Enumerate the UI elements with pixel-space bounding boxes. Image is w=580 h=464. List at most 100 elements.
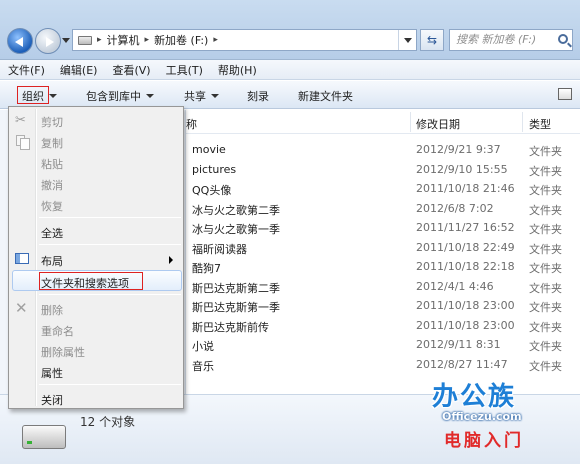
table-row[interactable]: 小说 2012/9/11 8:31 文件夹 xyxy=(186,335,580,355)
menu-bar: 文件(F) 编辑(E) 查看(V) 工具(T) 帮助(H) xyxy=(0,60,580,80)
menu-help[interactable]: 帮助(H) xyxy=(218,62,257,78)
chevron-right-icon[interactable]: ▸ xyxy=(97,35,102,45)
include-in-library-button[interactable]: 包含到库中 xyxy=(86,88,154,104)
delete-icon: ✕ xyxy=(15,299,28,317)
file-rows: movie 2012/9/21 9:37 文件夹 pictures 2012/9/10… xyxy=(186,140,580,374)
menu-item-properties[interactable]: 属性 xyxy=(9,361,183,382)
column-divider[interactable] xyxy=(410,112,411,132)
chevron-down-icon xyxy=(211,94,219,98)
watermark-tagline: 电脑入门 xyxy=(444,431,524,451)
chevron-down-icon xyxy=(403,37,412,43)
chevron-right-icon[interactable]: ▸ xyxy=(145,35,150,45)
file-type: 文件夹 xyxy=(529,320,562,334)
file-name: 音乐 xyxy=(192,359,214,373)
menu-file[interactable]: 文件(F) xyxy=(8,62,45,78)
menu-item-label: 复制 xyxy=(41,137,63,150)
menu-edit[interactable]: 编辑(E) xyxy=(60,62,98,78)
column-type[interactable]: 类型 xyxy=(529,116,551,132)
breadcrumb-computer[interactable]: 计算机 xyxy=(107,32,140,48)
file-name: pictures xyxy=(192,162,237,176)
menu-separator xyxy=(39,217,181,218)
watermark-logo: 办公族 Officezu.com 电脑入门 xyxy=(424,376,574,458)
table-row[interactable]: QQ头像 2011/10/18 21:46 文件夹 xyxy=(186,179,580,199)
file-date: 2012/8/27 11:47 xyxy=(416,357,508,371)
menu-item-remove-properties[interactable]: 删除属性 xyxy=(9,340,183,361)
breadcrumb-drive[interactable]: 新加卷 (F:) xyxy=(154,32,208,48)
back-button[interactable] xyxy=(7,28,33,54)
menu-item-label: 删除 xyxy=(41,304,63,317)
table-row[interactable]: pictures 2012/9/10 15:55 文件夹 xyxy=(186,160,580,180)
menu-item-label: 文件夹和搜索选项 xyxy=(41,277,129,290)
copy-icon xyxy=(16,135,30,150)
share-label: 共享 xyxy=(184,90,206,103)
menu-item-layout[interactable]: 布局 xyxy=(9,249,183,270)
menu-view[interactable]: 查看(V) xyxy=(112,62,150,78)
table-row[interactable]: 福昕阅读器 2011/10/18 22:49 文件夹 xyxy=(186,238,580,258)
menu-item-paste[interactable]: 粘贴 xyxy=(9,152,183,173)
search-icon[interactable] xyxy=(558,34,568,44)
file-name: 斯巴达克斯前传 xyxy=(192,320,269,334)
menu-item-delete[interactable]: ✕ 删除 xyxy=(9,298,183,319)
table-row[interactable]: 音乐 2012/8/27 11:47 文件夹 xyxy=(186,355,580,375)
forward-button[interactable] xyxy=(35,28,61,54)
new-folder-button[interactable]: 新建文件夹 xyxy=(298,88,353,104)
address-dropdown-button[interactable] xyxy=(398,30,416,50)
chevron-down-icon xyxy=(146,94,154,98)
menu-item-label: 布局 xyxy=(41,255,63,268)
file-name: 冰与火之歌第二季 xyxy=(192,203,280,217)
refresh-button[interactable]: ⇆ xyxy=(420,29,444,51)
file-date: 2011/10/18 22:49 xyxy=(416,240,515,254)
view-options-icon[interactable] xyxy=(558,88,572,100)
column-divider[interactable] xyxy=(522,112,523,132)
table-row[interactable]: 冰与火之歌第一季 2011/11/27 16:52 文件夹 xyxy=(186,218,580,238)
table-row[interactable]: 斯巴达克斯前传 2011/10/18 23:00 文件夹 xyxy=(186,316,580,336)
menu-item-copy[interactable]: 复制 xyxy=(9,131,183,152)
menu-tools[interactable]: 工具(T) xyxy=(166,62,203,78)
column-date-modified[interactable]: 修改日期 xyxy=(416,116,460,132)
menu-item-folder-options[interactable]: 文件夹和搜索选项 xyxy=(12,270,182,291)
search-input[interactable]: 搜索 新加卷 (F:) xyxy=(449,29,573,51)
chevron-right-icon xyxy=(169,256,173,264)
file-type: 文件夹 xyxy=(529,223,562,236)
address-field[interactable]: ▸ 计算机 ▸ 新加卷 (F:) ▸ xyxy=(72,29,417,51)
column-headers: 称 修改日期 类型 xyxy=(186,110,580,134)
menu-item-rename[interactable]: 重命名 xyxy=(9,319,183,340)
file-date: 2011/11/27 16:52 xyxy=(416,221,515,234)
menu-item-undo[interactable]: 撤消 xyxy=(9,173,183,194)
menu-item-cut[interactable]: ✂ 剪切 xyxy=(9,110,183,131)
table-row[interactable]: 斯巴达克斯第二季 2012/4/1 4:46 文件夹 xyxy=(186,277,580,297)
burn-button[interactable]: 刻录 xyxy=(247,88,269,104)
table-row[interactable]: 酷狗7 2011/10/18 22:18 文件夹 xyxy=(186,257,580,277)
file-name: 小说 xyxy=(192,340,214,353)
include-in-library-label: 包含到库中 xyxy=(86,90,141,103)
file-date: 2012/6/8 7:02 xyxy=(416,201,494,215)
menu-item-label: 撤消 xyxy=(41,179,63,192)
file-name: 福昕阅读器 xyxy=(192,242,247,256)
menu-item-label: 全选 xyxy=(41,227,63,240)
chevron-right-icon[interactable]: ▸ xyxy=(213,35,218,45)
file-date: 2012/9/10 15:55 xyxy=(416,162,508,176)
menu-item-label: 关闭 xyxy=(41,394,63,407)
search-placeholder: 搜索 新加卷 (F:) xyxy=(456,33,537,46)
menu-item-redo[interactable]: 恢复 xyxy=(9,194,183,215)
menu-item-label: 恢复 xyxy=(41,200,63,213)
table-row[interactable]: 斯巴达克斯第一季 2011/10/18 23:00 文件夹 xyxy=(186,296,580,316)
command-bar: 组织 包含到库中 共享 刻录 新建文件夹 xyxy=(0,81,580,109)
column-name[interactable]: 称 xyxy=(186,116,197,132)
menu-item-select-all[interactable]: 全选 xyxy=(9,221,183,242)
organize-menu: ✂ 剪切 复制 粘贴 撤消 恢复 全选 布局 文件夹和搜索选项 ✕ 删除 重命名… xyxy=(8,106,184,409)
menu-separator xyxy=(39,244,181,245)
share-button[interactable]: 共享 xyxy=(184,88,219,104)
table-row[interactable]: movie 2012/9/21 9:37 文件夹 xyxy=(186,140,580,160)
item-count: 12 个对象 xyxy=(80,415,136,429)
file-date: 2012/4/1 4:46 xyxy=(416,279,494,293)
chevron-down-icon xyxy=(49,94,57,98)
organize-highlight xyxy=(17,86,49,104)
recent-pages-dropdown-icon[interactable] xyxy=(62,38,70,43)
menu-item-label: 粘贴 xyxy=(41,158,63,171)
table-row[interactable]: 冰与火之歌第二季 2012/6/8 7:02 文件夹 xyxy=(186,199,580,219)
file-name: movie xyxy=(192,143,226,156)
menu-item-close[interactable]: 关闭 xyxy=(9,388,183,409)
menu-separator xyxy=(39,294,181,295)
watermark-url: Officezu.com xyxy=(442,410,522,423)
